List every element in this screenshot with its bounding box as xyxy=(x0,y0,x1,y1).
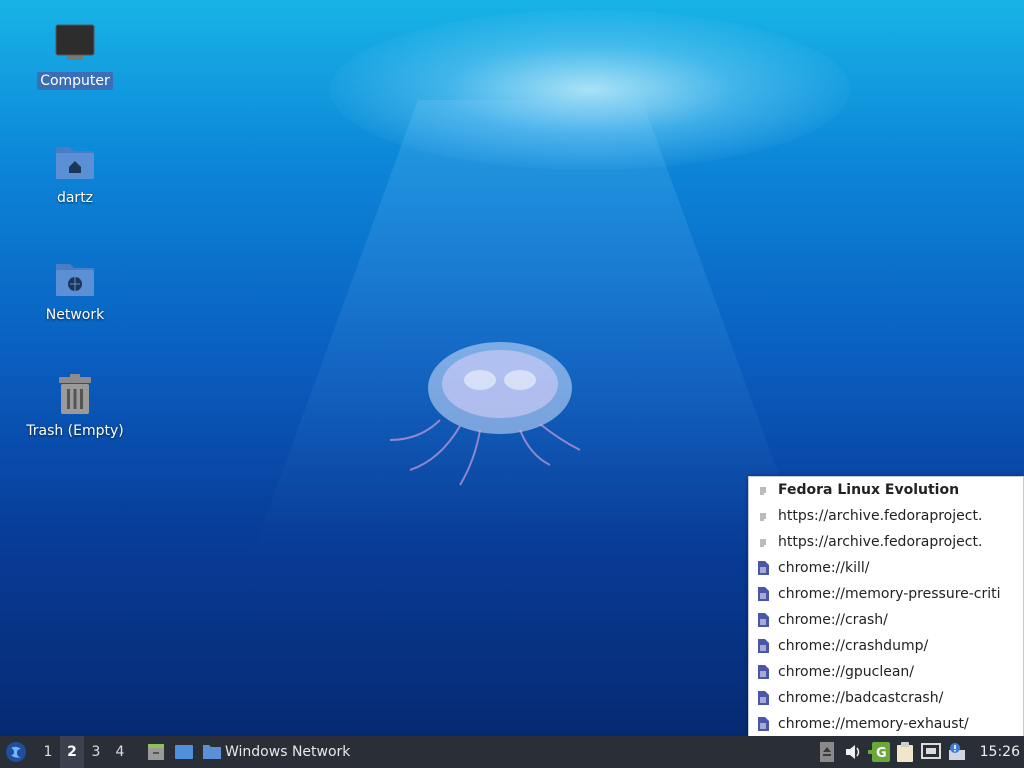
bottom-panel: 1 2 3 4 Windows Network G 15:26 xyxy=(0,736,1024,768)
popup-item-label: chrome://memory-exhaust/ xyxy=(778,716,969,732)
workspace-1[interactable]: 1 xyxy=(36,744,60,760)
recent-items-popup: Fedora Linux Evolution https://archive.f… xyxy=(748,476,1024,736)
page-icon xyxy=(758,613,769,627)
computer-icon xyxy=(53,22,97,66)
desktop-icon xyxy=(175,745,193,759)
trash-icon xyxy=(53,372,97,416)
volume-icon xyxy=(845,745,859,759)
popup-item-label: https://archive.fedoraproject. xyxy=(778,534,983,550)
taskbar-item-windows-network[interactable]: Windows Network xyxy=(198,736,354,768)
update-manager-button[interactable]: G xyxy=(866,736,892,768)
workspace-3[interactable]: 3 xyxy=(84,744,108,760)
text-doc-icon xyxy=(759,485,767,495)
popup-item[interactable]: Fedora Linux Evolution xyxy=(749,477,1023,503)
taskbar-item-label: Windows Network xyxy=(225,744,351,760)
popup-item-label: chrome://crashdump/ xyxy=(778,638,929,654)
wired-network-icon xyxy=(920,743,941,759)
popup-item[interactable]: chrome://crash/ xyxy=(749,607,1023,633)
desktop-icon-computer[interactable]: Computer xyxy=(18,22,132,90)
clipboard-icon xyxy=(896,742,913,762)
eject-button[interactable] xyxy=(814,736,840,768)
jellyfish-image xyxy=(389,342,581,486)
desktop-icon-label: Network xyxy=(45,307,105,323)
popup-item-label: chrome://gpuclean/ xyxy=(778,664,915,680)
text-doc-icon xyxy=(759,511,767,521)
text-doc-icon xyxy=(759,537,767,547)
page-icon xyxy=(758,587,769,601)
network-status-button[interactable] xyxy=(918,736,944,768)
popup-item[interactable]: chrome://crashdump/ xyxy=(749,633,1023,659)
svg-text:G: G xyxy=(876,746,887,761)
popup-item-label: chrome://crash/ xyxy=(778,612,888,628)
desktop-icon-label: Trash (Empty) xyxy=(26,423,124,439)
popup-item[interactable]: chrome://memory-pressure-criti xyxy=(749,581,1023,607)
volume-button[interactable] xyxy=(840,736,866,768)
desktop-background: Computer dartz Network Trash (Empty) Fed… xyxy=(0,0,1024,736)
desktop-icon-label: dartz xyxy=(56,190,94,206)
popup-item[interactable]: https://archive.fedoraproject. xyxy=(749,529,1023,555)
file-cabinet-icon xyxy=(148,744,164,760)
popup-item[interactable]: chrome://kill/ xyxy=(749,555,1023,581)
notification-button[interactable] xyxy=(944,736,970,768)
popup-item-label: chrome://memory-pressure-criti xyxy=(778,586,1001,602)
home-folder-icon xyxy=(53,139,97,183)
start-menu-icon xyxy=(6,742,26,762)
workspace-2[interactable]: 2 xyxy=(60,736,84,768)
popup-item[interactable]: chrome://gpuclean/ xyxy=(749,659,1023,685)
desktop-icon-network[interactable]: Network xyxy=(18,256,132,324)
system-tray: G 15:26 xyxy=(814,736,1024,768)
popup-item[interactable]: https://archive.fedoraproject. xyxy=(749,503,1023,529)
popup-item-label: chrome://kill/ xyxy=(778,560,870,576)
network-folder-icon xyxy=(53,256,97,300)
desktop-icon-label: Computer xyxy=(37,72,113,90)
file-manager-launcher[interactable] xyxy=(142,736,170,768)
popup-item[interactable]: chrome://memory-exhaust/ xyxy=(749,711,1023,736)
eject-icon xyxy=(819,742,834,762)
clipboard-button[interactable] xyxy=(892,736,918,768)
popup-item-label: https://archive.fedoraproject. xyxy=(778,508,983,524)
page-icon xyxy=(758,665,769,679)
popup-item-label: Fedora Linux Evolution xyxy=(778,482,960,498)
start-menu-button[interactable] xyxy=(0,736,32,768)
page-icon xyxy=(758,639,769,653)
desktop-icon-trash[interactable]: Trash (Empty) xyxy=(18,372,132,440)
workspace-4[interactable]: 4 xyxy=(108,744,132,760)
show-desktop-button[interactable] xyxy=(170,736,198,768)
desktop-icon-home[interactable]: dartz xyxy=(18,139,132,207)
page-icon xyxy=(758,561,769,575)
page-icon xyxy=(758,691,769,705)
page-icon xyxy=(758,717,769,731)
clock[interactable]: 15:26 xyxy=(980,736,1024,768)
info-monitor-icon xyxy=(948,743,965,760)
folder-icon xyxy=(203,745,221,759)
light-rays xyxy=(250,100,810,560)
popup-item-label: chrome://badcastcrash/ xyxy=(778,690,944,706)
package-update-icon: G xyxy=(867,742,890,762)
popup-item[interactable]: chrome://badcastcrash/ xyxy=(749,685,1023,711)
